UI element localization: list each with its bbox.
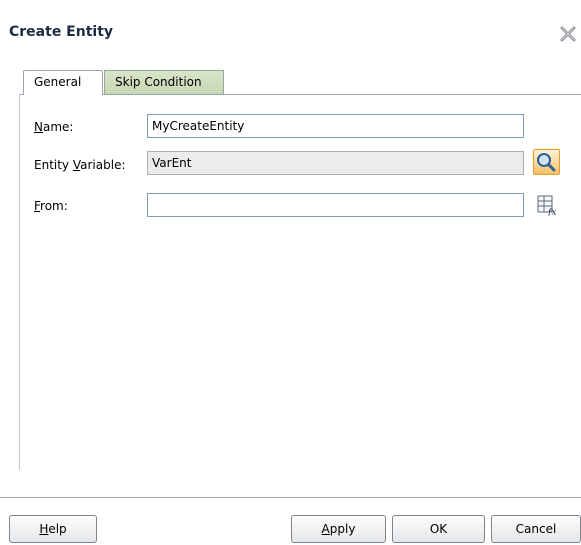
tab-general-label: General: [34, 75, 82, 89]
create-entity-dialog: Create Entity General Skip Condition Nam…: [0, 0, 581, 545]
name-field[interactable]: [147, 114, 524, 138]
svg-text:fx: fx: [547, 208, 556, 216]
ok-button[interactable]: OK: [392, 515, 485, 543]
search-icon: [537, 153, 556, 172]
cancel-button[interactable]: Cancel: [491, 515, 581, 543]
close-icon[interactable]: [559, 25, 577, 43]
footer-divider: [0, 497, 581, 498]
tab-skip-condition[interactable]: Skip Condition: [104, 70, 224, 94]
tab-skip-condition-label: Skip Condition: [115, 75, 202, 89]
dialog-title: Create Entity: [9, 24, 114, 40]
tab-general[interactable]: General: [23, 70, 103, 95]
expression-builder-icon: fx: [537, 195, 556, 218]
entity-variable-field[interactable]: [147, 151, 524, 175]
apply-button[interactable]: Apply: [291, 515, 386, 543]
from-label: From:: [34, 199, 68, 213]
from-field[interactable]: [147, 193, 524, 217]
entity-variable-browse-button[interactable]: [533, 149, 560, 175]
help-button[interactable]: Help: [9, 515, 97, 543]
expression-builder-button[interactable]: fx: [536, 194, 558, 218]
name-label: Name:: [34, 120, 74, 134]
entity-variable-label: Entity Variable:: [34, 158, 126, 172]
